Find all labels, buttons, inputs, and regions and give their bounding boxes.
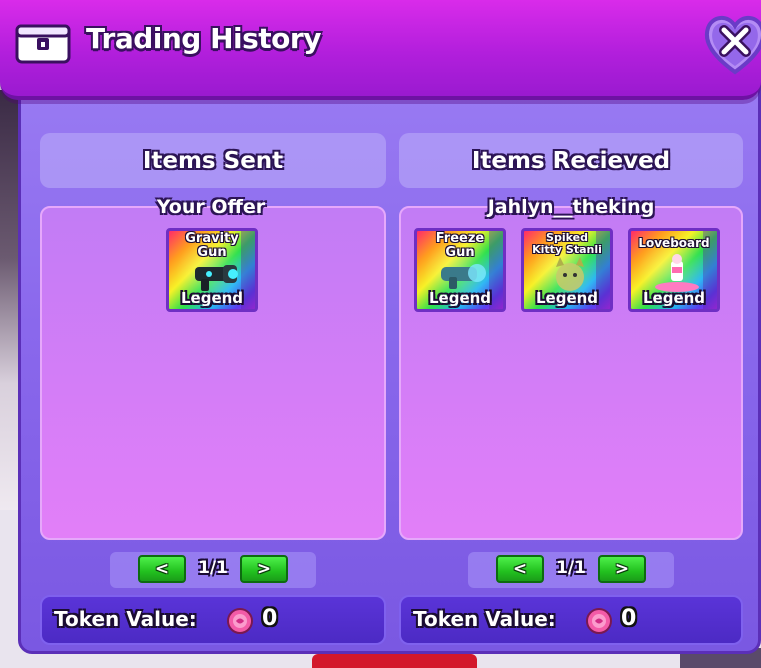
item-name: Loveboard xyxy=(631,231,717,250)
token-value: 0 xyxy=(262,606,278,631)
item-card-loveboard[interactable]: Loveboard Legend xyxy=(628,228,720,312)
spiked-kitty-icon xyxy=(556,257,584,291)
close-button[interactable] xyxy=(700,8,761,78)
trade-partner-label: Jahlyn__theking xyxy=(487,196,655,218)
items-sent-pager: < 1/1 > xyxy=(110,552,316,588)
item-name-line: Freeze xyxy=(435,231,485,246)
item-rarity: Legend xyxy=(535,289,599,307)
background-red-button xyxy=(312,654,477,668)
loveboard-icon xyxy=(655,254,699,292)
item-name-line: Kitty Stanli xyxy=(532,243,602,257)
item-card-gravity-gun[interactable]: Gravity Gun Legend xyxy=(166,228,258,312)
token-value-label: Token Value: xyxy=(413,607,556,631)
your-offer-label: Your Offer xyxy=(156,196,266,218)
item-card-spiked-kitty-stanli[interactable]: Spiked Kitty Stanli Legend xyxy=(521,228,613,312)
item-name-line: Loveboard xyxy=(638,236,710,250)
items-received-header: Items Recieved xyxy=(399,133,743,188)
item-name: Gravity Gun xyxy=(169,231,255,261)
item-rarity: Legend xyxy=(428,289,492,307)
chest-icon xyxy=(15,24,71,64)
item-rarity: Legend xyxy=(180,289,244,307)
item-name-line: Gravity xyxy=(185,231,239,246)
token-value: 0 xyxy=(621,606,637,631)
item-rarity: Legend xyxy=(642,289,706,307)
next-page-button[interactable]: > xyxy=(598,555,646,583)
window-header: Trading History xyxy=(0,0,761,100)
item-name: Spiked Kitty Stanli xyxy=(524,231,610,256)
next-page-button[interactable]: > xyxy=(240,555,288,583)
items-received-pager: < 1/1 > xyxy=(468,552,674,588)
window-title: Trading History xyxy=(86,22,321,55)
item-name-line: Gun xyxy=(197,245,227,261)
item-name: Freeze Gun xyxy=(417,231,503,261)
items-received-token-bar: Token Value: 0 xyxy=(399,595,743,645)
items-sent-header: Items Sent xyxy=(40,133,386,188)
token-coin-icon xyxy=(227,608,253,634)
token-value-label: Token Value: xyxy=(54,607,197,631)
item-card-freeze-gun[interactable]: Freeze Gun Legend xyxy=(414,228,506,312)
token-coin-icon xyxy=(586,608,612,634)
item-name-line: Gun xyxy=(445,245,475,261)
items-sent-token-bar: Token Value: 0 xyxy=(40,595,386,645)
